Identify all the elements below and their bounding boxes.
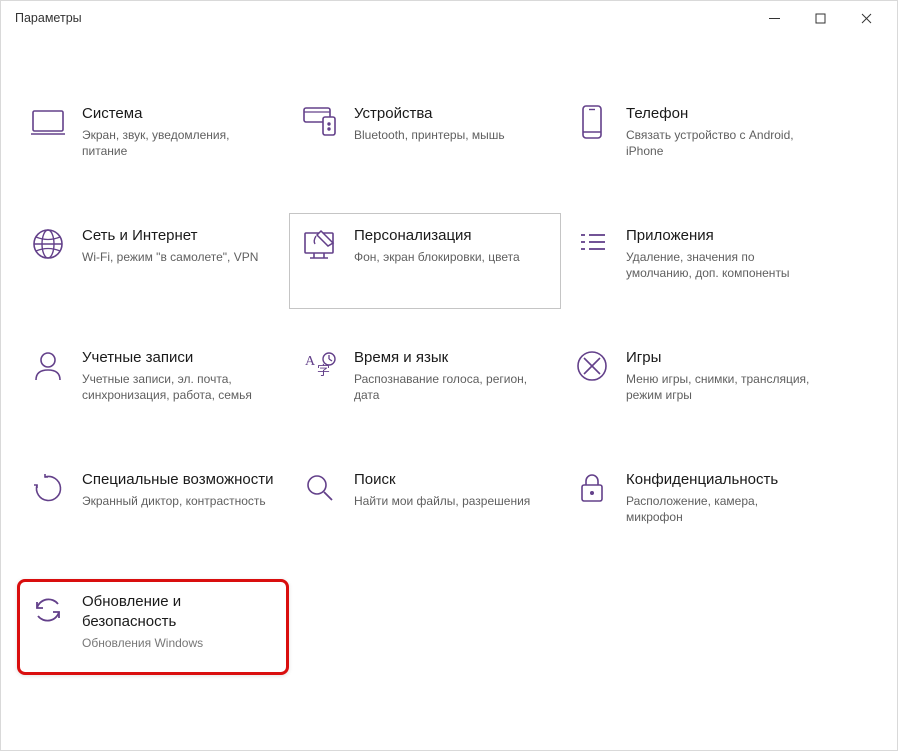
time-language-icon: A字 [302,348,338,384]
accounts-icon [30,348,66,384]
tile-accounts[interactable]: Учетные записи Учетные записи, эл. почта… [17,335,289,431]
tile-phone[interactable]: Телефон Связать устройство с Android, iP… [561,91,833,187]
ease-of-access-icon [30,470,66,506]
tile-personalization[interactable]: Персонализация Фон, экран блокировки, цв… [289,213,561,309]
tile-title: Обновление и безопасность [82,592,274,632]
tile-desc: Фон, экран блокировки, цвета [354,249,546,265]
tile-title: Игры [626,348,818,368]
tile-desc: Удаление, значения по умолчанию, доп. ко… [626,249,818,281]
tile-desc: Wi-Fi, режим "в самолете", VPN [82,249,274,265]
tile-search[interactable]: Поиск Найти мои файлы, разрешения [289,457,561,553]
tile-desc: Экран, звук, уведомления, питание [82,127,274,159]
tile-desc: Связать устройство с Android, iPhone [626,127,818,159]
tile-privacy[interactable]: Конфиденциальность Расположение, камера,… [561,457,833,553]
minimize-button[interactable] [751,3,797,33]
tile-title: Телефон [626,104,818,124]
tile-ease-of-access[interactable]: Специальные возможности Экранный диктор,… [17,457,289,553]
system-icon [30,104,66,140]
tile-system[interactable]: Система Экран, звук, уведомления, питани… [17,91,289,187]
tile-apps[interactable]: Приложения Удаление, значения по умолчан… [561,213,833,309]
settings-grid: Система Экран, звук, уведомления, питани… [17,91,881,701]
apps-icon [574,226,610,262]
tile-title: Сеть и Интернет [82,226,274,246]
devices-icon [302,104,338,140]
tile-desc: Экранный диктор, контрастность [82,493,274,509]
window-title: Параметры [15,11,82,25]
tile-desc: Расположение, камера, микрофон [626,493,818,525]
settings-content: Система Экран, звук, уведомления, питани… [1,35,897,701]
tile-title: Конфиденциальность [626,470,818,490]
titlebar: Параметры [1,1,897,35]
tile-devices[interactable]: Устройства Bluetooth, принтеры, мышь [289,91,561,187]
tile-title: Система [82,104,274,124]
tile-update-security[interactable]: Обновление и безопасность Обновления Win… [17,579,289,675]
tile-title: Специальные возможности [82,470,274,490]
phone-icon [574,104,610,140]
tile-title: Учетные записи [82,348,274,368]
tile-time-language[interactable]: A字 Время и язык Распознавание голоса, ре… [289,335,561,431]
settings-window: Параметры Система Экран, звук, [0,0,898,751]
tile-desc: Меню игры, снимки, трансляция, режим игр… [626,371,818,403]
tile-title: Персонализация [354,226,546,246]
tile-title: Время и язык [354,348,546,368]
tile-title: Приложения [626,226,818,246]
personalization-icon [302,226,338,262]
search-icon [302,470,338,506]
tile-desc: Учетные записи, эл. почта, синхронизация… [82,371,274,403]
globe-icon [30,226,66,262]
close-button[interactable] [843,3,889,33]
maximize-button[interactable] [797,3,843,33]
gaming-icon [574,348,610,384]
tile-title: Устройства [354,104,546,124]
tile-desc: Обновления Windows [82,635,274,651]
tile-desc: Распознавание голоса, регион, дата [354,371,546,403]
tile-desc: Найти мои файлы, разрешения [354,493,546,509]
svg-text:A: A [305,354,316,369]
tile-title: Поиск [354,470,546,490]
tile-network[interactable]: Сеть и Интернет Wi-Fi, режим "в самолете… [17,213,289,309]
tile-desc: Bluetooth, принтеры, мышь [354,127,546,143]
window-controls [751,3,889,33]
update-icon [30,592,66,628]
tile-gaming[interactable]: Игры Меню игры, снимки, трансляция, режи… [561,335,833,431]
lock-icon [574,470,610,506]
